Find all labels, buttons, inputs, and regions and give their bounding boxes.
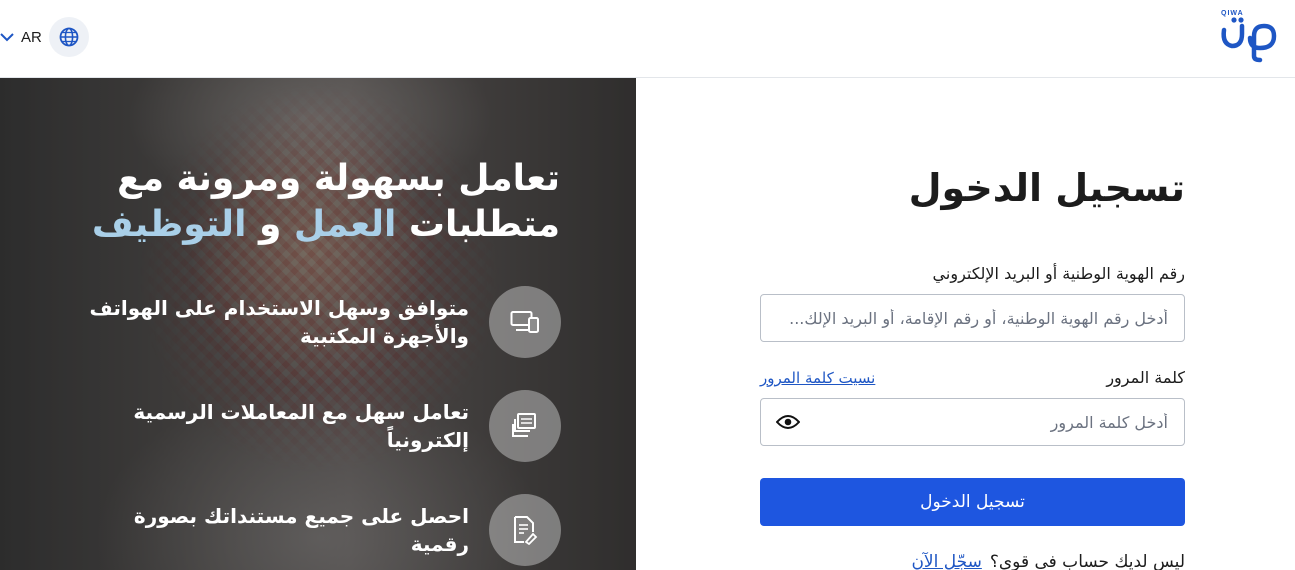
feature-devices: متوافق وسهل الاستخدام على الهواتف والأجه… <box>89 286 561 358</box>
globe-icon <box>59 27 79 47</box>
hero-title-connector: و <box>246 204 294 245</box>
hero-title-accent-employment: التوظيف <box>91 204 247 245</box>
hero-title-line1: تعامل بسهولة ومرونة مع <box>117 158 560 199</box>
login-submit-button[interactable]: تسجيل الدخول <box>760 478 1185 526</box>
devices-icon <box>510 311 539 333</box>
hero-title-prefix: متطلبات <box>396 204 560 245</box>
feature-icon-circle <box>489 286 561 358</box>
qiwa-logo-mark <box>1221 17 1277 63</box>
documents-stack-icon <box>512 413 536 437</box>
feature-text: احصل على جميع مستنداتك بصورة رقمية <box>133 504 469 556</box>
password-input[interactable] <box>760 398 1185 446</box>
login-title: تسجيل الدخول <box>908 166 1185 210</box>
document-sign-icon <box>514 516 538 545</box>
feature-digital-documents: احصل على جميع مستنداتك بصورة رقمية <box>69 494 561 566</box>
feature-transactions: تعامل سهل مع المعاملات الرسمية إلكترونيا… <box>49 390 561 462</box>
feature-text: متوافق وسهل الاستخدام على الهواتف والأجه… <box>89 296 469 348</box>
feature-text: تعامل سهل مع المعاملات الرسمية إلكترونيا… <box>133 400 469 452</box>
top-header: AR QIWA <box>0 0 1295 78</box>
password-field-label: كلمة المرور <box>1106 368 1185 387</box>
language-switch-button[interactable] <box>49 17 89 57</box>
no-account-text: ليس لديك حساب في قوى؟ <box>989 552 1185 570</box>
feature-icon-circle <box>489 494 561 566</box>
chevron-down-icon[interactable] <box>0 30 14 44</box>
forgot-password-link[interactable]: نسيت كلمة المرور <box>760 369 875 387</box>
id-field-label: رقم الهوية الوطنية أو البريد الإلكتروني <box>932 264 1185 283</box>
register-link[interactable]: سجّل الآن <box>911 552 981 570</box>
show-password-toggle[interactable] <box>774 412 802 432</box>
hero-title: تعامل بسهولة ومرونة مع متطلبات العمل و ا… <box>40 156 560 248</box>
feature-icon-circle <box>489 390 561 462</box>
register-prompt: ليس لديك حساب في قوى؟ سجّل الآن <box>911 552 1185 570</box>
language-label[interactable]: AR <box>21 29 42 46</box>
id-email-input[interactable] <box>760 294 1185 342</box>
hero-panel: تعامل بسهولة ومرونة مع متطلبات العمل و ا… <box>0 78 636 570</box>
hero-title-accent-work: العمل <box>293 204 397 245</box>
eye-icon <box>776 415 800 429</box>
